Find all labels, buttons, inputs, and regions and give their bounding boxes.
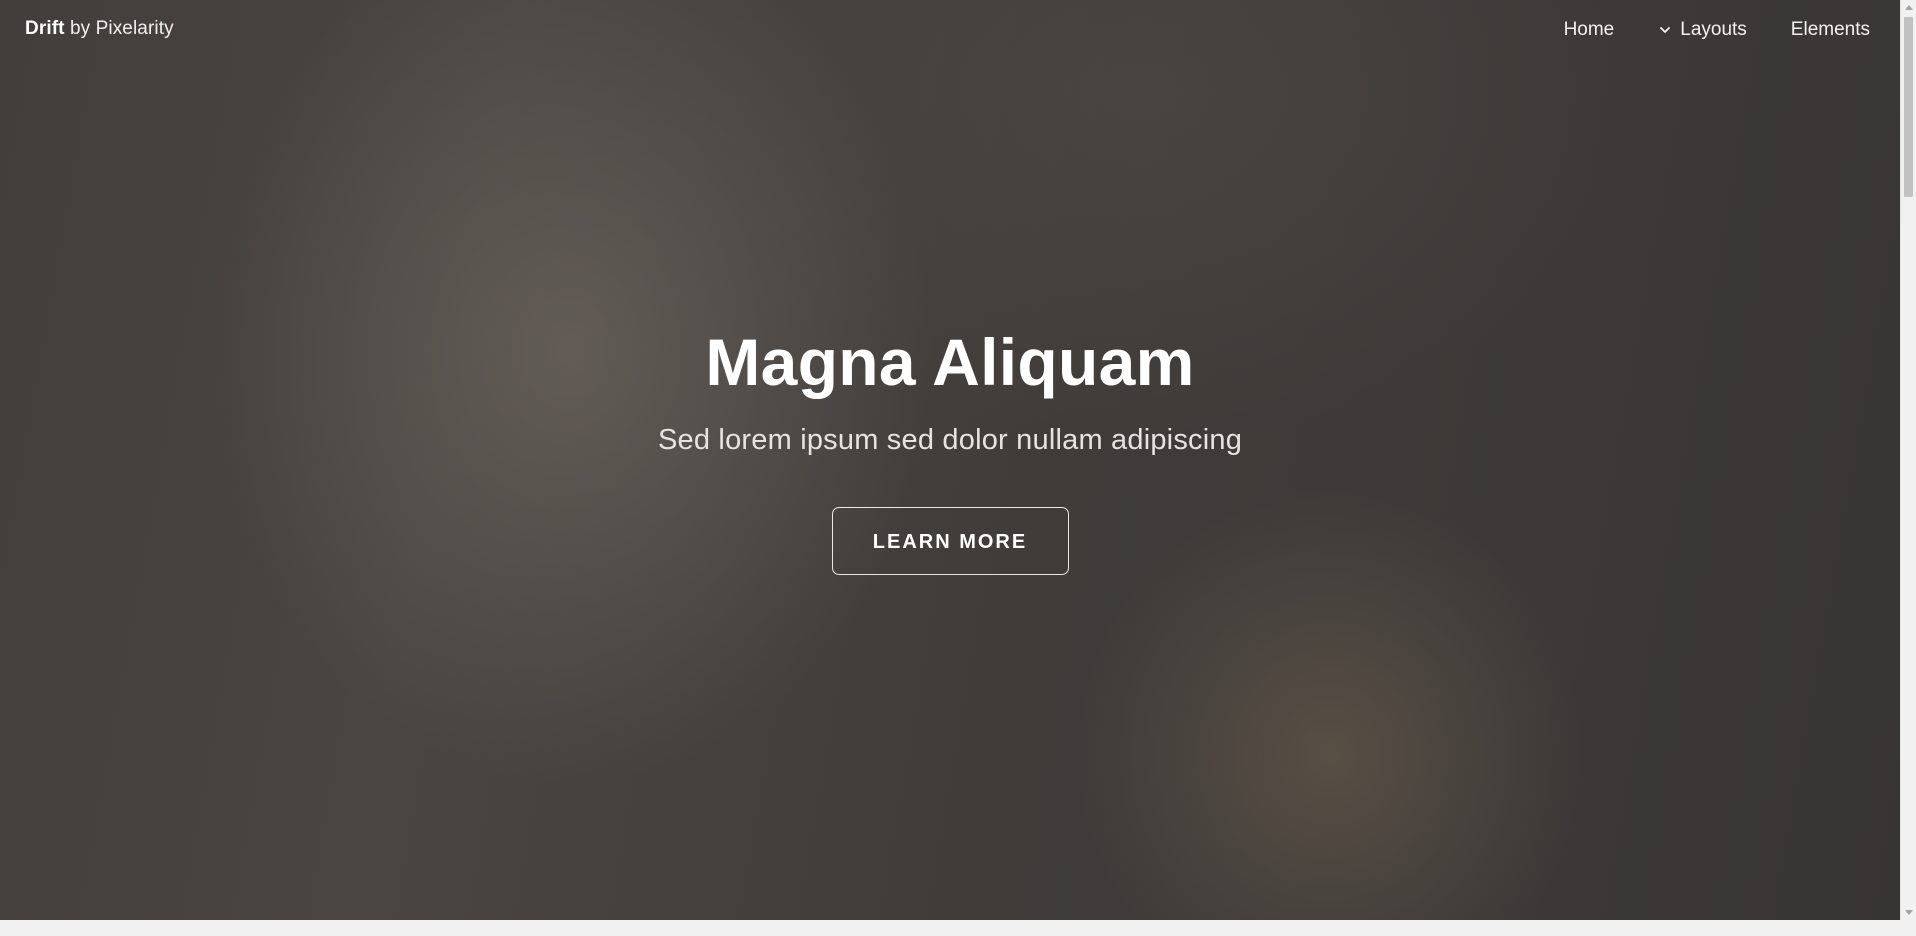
nav-item-elements[interactable]: Elements: [1791, 19, 1870, 41]
scroll-up-arrow-icon[interactable]: [1905, 5, 1913, 10]
brand-name[interactable]: Drift: [25, 18, 65, 39]
scrollbar-thumb[interactable]: [1904, 17, 1913, 197]
hero-content: Magna Aliquam Sed lorem ipsum sed dolor …: [0, 322, 1900, 575]
scroll-down-arrow-icon[interactable]: [1905, 910, 1913, 915]
nav-item-label[interactable]: Elements: [1791, 19, 1870, 41]
brand-byline[interactable]: by Pixelarity: [70, 18, 174, 39]
nav-item-home[interactable]: Home: [1564, 19, 1615, 41]
hero-title: Magna Aliquam: [705, 325, 1195, 399]
learn-more-button[interactable]: LEARN MORE: [831, 507, 1069, 575]
site-brand[interactable]: Drift by Pixelarity: [25, 18, 174, 40]
vertical-scrollbar[interactable]: [1900, 0, 1916, 920]
nav-item-label[interactable]: Home: [1564, 19, 1615, 41]
nav-item-layouts[interactable]: Layouts: [1658, 19, 1747, 41]
main-nav: Home Layouts Elements: [1520, 19, 1870, 41]
page-bottom-edge: [0, 920, 1916, 936]
nav-item-label[interactable]: Layouts: [1680, 19, 1747, 41]
chevron-down-icon[interactable]: [1658, 23, 1672, 37]
hero-subtitle: Sed lorem ipsum sed dolor nullam adipisc…: [657, 424, 1243, 456]
hero-banner: Drift by Pixelarity Home Layouts Element…: [0, 0, 1900, 920]
